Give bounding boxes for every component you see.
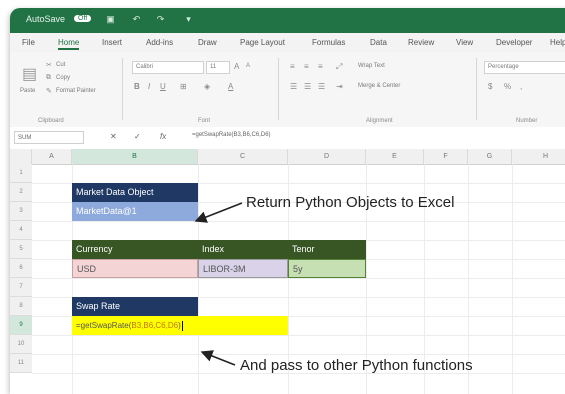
- orientation-icon[interactable]: ⤢: [336, 62, 342, 72]
- italic-icon[interactable]: I: [148, 82, 150, 91]
- font-name-select[interactable]: Calibri: [132, 61, 204, 74]
- annotation-return-objects: Return Python Objects to Excel: [246, 194, 455, 211]
- number-format-value: Percentage: [488, 64, 519, 70]
- bold-icon[interactable]: B: [134, 82, 140, 91]
- customize-toolbar-icon[interactable]: ▾: [184, 15, 193, 24]
- tab-review[interactable]: Review: [408, 38, 434, 47]
- merge-center-button[interactable]: Merge & Center: [358, 83, 400, 89]
- tab-add-ins[interactable]: Add-ins: [146, 38, 173, 47]
- formula-input[interactable]: =getSwapRate(B3,B6,C6,D6): [192, 132, 271, 138]
- format-painter-button[interactable]: Format Painter: [56, 88, 96, 94]
- ribbon-separator: [476, 58, 477, 120]
- paste-button[interactable]: Paste: [20, 88, 35, 94]
- arrow-to-object-cell: [194, 202, 243, 223]
- shrink-font-icon[interactable]: A: [246, 63, 250, 69]
- save-icon[interactable]: ▣: [106, 15, 115, 24]
- align-center-icon[interactable]: ☰: [304, 82, 311, 91]
- tab-insert[interactable]: Insert: [102, 38, 122, 47]
- paste-icon[interactable]: ▤: [22, 64, 37, 84]
- ribbon-separator: [122, 58, 123, 120]
- number-group-label: Number: [516, 118, 538, 124]
- tab-help[interactable]: Help: [550, 38, 565, 47]
- copy-button[interactable]: Copy: [56, 75, 70, 81]
- cancel-icon[interactable]: ✕: [110, 132, 117, 141]
- arrow-to-formula-cell: [200, 350, 236, 366]
- font-color-icon[interactable]: A: [228, 82, 233, 91]
- font-group-label: Font: [198, 118, 211, 124]
- align-left-icon[interactable]: ☰: [290, 82, 297, 91]
- ribbon-tabs: File Home Insert Add-ins Draw Page Layou…: [10, 33, 565, 52]
- align-right-icon[interactable]: ☰: [318, 82, 325, 91]
- clipboard-group-label: Clipboard: [38, 118, 64, 124]
- align-bottom-icon[interactable]: ≡: [318, 62, 323, 71]
- insert-function-icon[interactable]: fx: [160, 132, 166, 141]
- font-size-value: 11: [210, 64, 217, 70]
- ribbon-separator: [278, 58, 279, 120]
- currency-icon[interactable]: $: [488, 82, 492, 91]
- cut-button[interactable]: Cut: [56, 62, 65, 68]
- cut-icon[interactable]: ✂: [46, 61, 52, 69]
- annotation-pass-functions: And pass to other Python functions: [240, 357, 473, 374]
- percent-icon[interactable]: %: [504, 82, 511, 91]
- indent-icon[interactable]: ⇥: [336, 82, 343, 91]
- wrap-text-button[interactable]: Wrap Text: [358, 63, 385, 69]
- alignment-group-label: Alignment: [366, 118, 393, 124]
- number-format-select[interactable]: Percentage: [484, 61, 565, 74]
- tab-draw[interactable]: Draw: [198, 38, 217, 47]
- grow-font-icon[interactable]: A: [234, 62, 239, 71]
- formula-bar: SUM ✕ ✓ fx =getSwapRate(B3,B6,C6,D6): [10, 127, 565, 150]
- undo-icon[interactable]: ↶: [132, 15, 141, 24]
- tab-data[interactable]: Data: [370, 38, 387, 47]
- excel-window: AutoSave Off ▣ ↶ ↷ ▾ File Home Insert Ad…: [10, 8, 565, 394]
- tab-view[interactable]: View: [456, 38, 473, 47]
- tab-home[interactable]: Home: [58, 38, 80, 50]
- borders-icon[interactable]: ⊞: [180, 82, 187, 91]
- title-bar: AutoSave Off ▣ ↶ ↷ ▾: [10, 8, 565, 33]
- worksheet-grid[interactable]: A B C D E F G H 1 2 3 4 5 6 7 8 9 10 11: [10, 149, 565, 394]
- format-painter-icon[interactable]: ✎: [46, 87, 52, 95]
- font-name-value: Calibri: [136, 64, 154, 70]
- tab-page-layout[interactable]: Page Layout: [240, 38, 285, 47]
- fill-color-icon[interactable]: ◈: [204, 82, 210, 91]
- tab-developer[interactable]: Developer: [496, 38, 532, 47]
- copy-icon[interactable]: ⧉: [46, 74, 51, 82]
- font-size-select[interactable]: 11: [206, 61, 230, 74]
- redo-icon[interactable]: ↷: [156, 15, 165, 24]
- comma-icon[interactable]: ,: [520, 82, 522, 91]
- ribbon: ▤ Paste ✂ Cut ⧉ Copy ✎ Format Painter Cl…: [10, 52, 565, 128]
- align-top-icon[interactable]: ≡: [290, 62, 295, 71]
- tab-file[interactable]: File: [22, 38, 35, 47]
- align-middle-icon[interactable]: ≡: [304, 62, 309, 71]
- name-box[interactable]: SUM: [14, 131, 84, 144]
- autosave-label: AutoSave: [26, 14, 66, 24]
- underline-icon[interactable]: U: [160, 82, 166, 91]
- autosave-toggle[interactable]: Off: [74, 15, 92, 22]
- enter-icon[interactable]: ✓: [134, 132, 141, 141]
- tab-formulas[interactable]: Formulas: [312, 38, 345, 47]
